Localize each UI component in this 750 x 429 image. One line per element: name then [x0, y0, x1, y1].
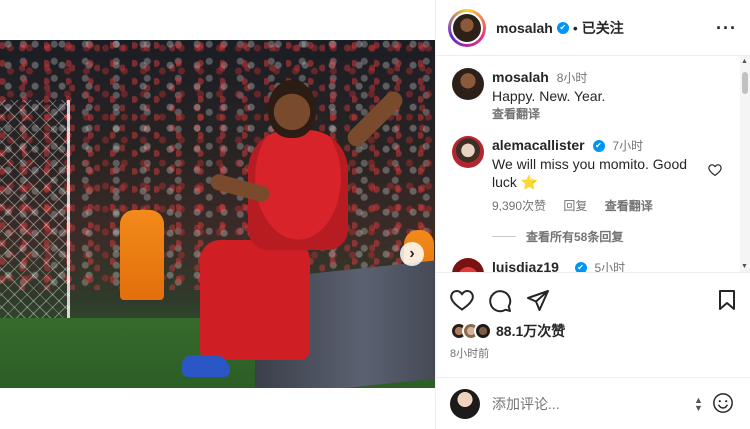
- post-actions: 88.1万次赞 8小时前 ▲▼: [436, 272, 750, 429]
- player-legs: [200, 240, 310, 360]
- see-translation-link[interactable]: 查看翻译: [492, 105, 722, 123]
- see-translation-link[interactable]: 查看翻译: [605, 199, 653, 213]
- header-separator: •: [572, 19, 578, 36]
- comment-like-count[interactable]: 9,390次赞: [492, 199, 546, 213]
- scroll-up-arrow-icon[interactable]: ▲: [741, 58, 748, 65]
- liker-avatar: [474, 322, 492, 340]
- comment-text: Happy. New. Year.: [492, 88, 606, 104]
- post-media: ›: [0, 0, 435, 429]
- current-user-avatar: [450, 389, 480, 419]
- verified-badge-icon: ✔: [556, 21, 569, 34]
- author-username[interactable]: mosalah: [496, 20, 553, 36]
- comments-list: mosalah 8小时 Happy. New. Year. 查看翻译 alema…: [436, 56, 750, 272]
- verified-badge-icon: ✔: [574, 262, 587, 272]
- heart-outline-icon: [708, 164, 722, 177]
- comment-item: luisdiaz19_ ✔ 5小时: [452, 258, 722, 272]
- steward-figure: [120, 210, 164, 300]
- comment-like-heart-icon[interactable]: [708, 163, 722, 179]
- comment-avatar[interactable]: [452, 68, 484, 100]
- comment-username[interactable]: luisdiaz19_: [492, 259, 567, 272]
- comment-username[interactable]: mosalah: [492, 69, 549, 85]
- view-replies-link[interactable]: 查看所有58条回复: [492, 228, 623, 245]
- post-side-panel: mosalah ✔ • 已关注 ··· mosalah 8小时 Happy. N…: [435, 0, 750, 429]
- view-replies-label: 查看所有58条回复: [526, 230, 624, 244]
- post-timestamp[interactable]: 8小时前: [450, 345, 489, 361]
- comment-composer: ▲▼: [436, 377, 750, 429]
- post-header: mosalah ✔ • 已关注 ···: [436, 0, 750, 56]
- player-boot: [182, 355, 230, 377]
- following-button[interactable]: 已关注: [582, 18, 624, 38]
- comment-avatar[interactable]: [452, 258, 484, 272]
- action-icons: [450, 289, 564, 313]
- reply-button[interactable]: 回复: [563, 199, 587, 213]
- like-count[interactable]: 88.1万次赞: [496, 321, 565, 341]
- carousel-next-button[interactable]: ›: [400, 242, 424, 266]
- comment-timestamp[interactable]: 7小时: [612, 139, 643, 153]
- comment-meta: 9,390次赞 回复 查看翻译: [492, 197, 722, 215]
- caption-comment: mosalah 8小时 Happy. New. Year. 查看翻译: [452, 68, 722, 123]
- comment-text: We will miss you momito. Good luck ⭐: [492, 156, 688, 190]
- share-icon[interactable]: [526, 289, 550, 311]
- comment-item: alemacallister ✔ 7小时 We will miss you mo…: [452, 136, 722, 215]
- comment-username[interactable]: alemacallister: [492, 137, 585, 153]
- post-photo[interactable]: ›: [0, 40, 435, 388]
- author-avatar[interactable]: [451, 11, 483, 44]
- scroll-down-arrow-icon[interactable]: ▼: [741, 263, 748, 270]
- heart-icon[interactable]: [450, 289, 474, 311]
- bookmark-icon[interactable]: [717, 289, 737, 311]
- player-head: [268, 80, 316, 138]
- comment-timestamp[interactable]: 8小时: [557, 71, 588, 85]
- more-options-icon[interactable]: ···: [716, 18, 737, 39]
- add-comment-input[interactable]: [492, 396, 672, 412]
- emoji-icon[interactable]: [712, 392, 734, 414]
- comment-avatar[interactable]: [452, 136, 484, 168]
- comment-timestamp[interactable]: 5小时: [594, 261, 625, 272]
- author-avatar-ring[interactable]: [448, 8, 486, 47]
- comment-icon[interactable]: [488, 289, 512, 313]
- replies-divider: [492, 236, 516, 237]
- likes-summary[interactable]: 88.1万次赞: [450, 321, 565, 341]
- scrollbar-thumb[interactable]: [742, 72, 748, 94]
- resize-handle-icon[interactable]: ▲ ▼: [694, 396, 703, 413]
- comments-scrollbar[interactable]: ▲ ▼: [740, 56, 750, 272]
- verified-badge-icon: ✔: [592, 140, 605, 153]
